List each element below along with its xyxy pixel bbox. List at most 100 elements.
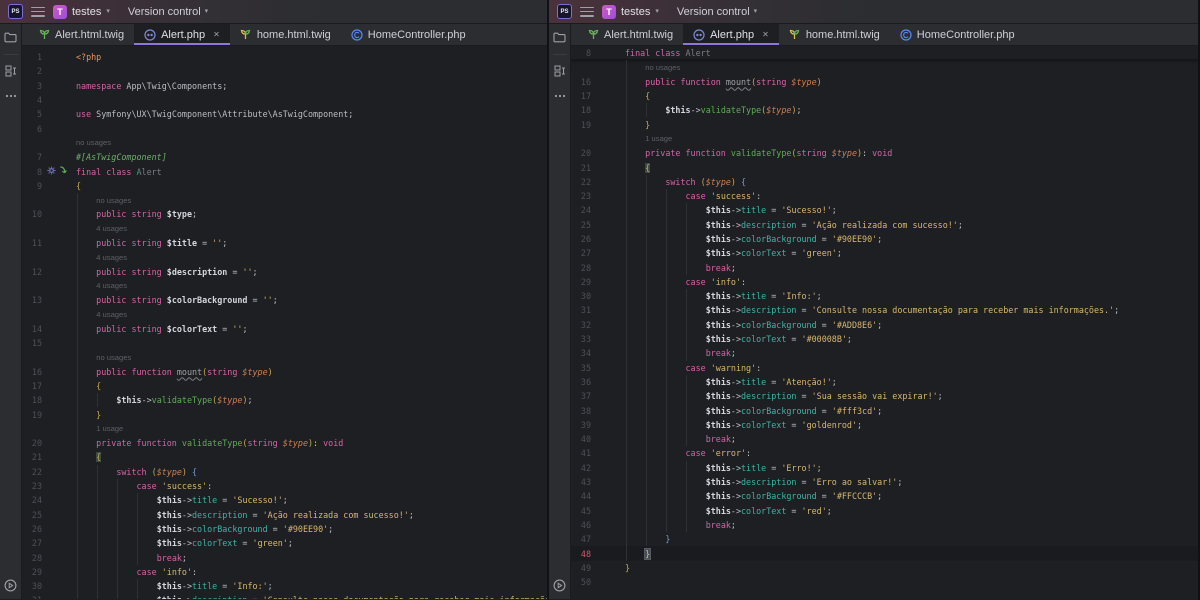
project-widget[interactable]: T testes ▾ xyxy=(53,5,110,19)
class-icon xyxy=(900,29,912,41)
code-editor-right[interactable]: 8final class Alert no usages16 public fu… xyxy=(571,46,1198,599)
titlebar: PS T testes ▾ Version control ▾ xyxy=(549,0,1198,24)
code-line: 3namespace App\Twig\Components; xyxy=(22,79,547,93)
code-line: 30 $this->title = 'Info:'; xyxy=(22,579,547,593)
twig-icon xyxy=(38,29,50,41)
code-line: 8final class Alert xyxy=(22,164,547,178)
code-line: 36 $this->title = 'Atenção!'; xyxy=(571,375,1198,389)
code-line: 38 $this->colorBackground = '#fff3cd'; xyxy=(571,403,1198,417)
tab-alert-php[interactable]: Alert.php ✕ xyxy=(683,24,779,45)
phpstorm-app-icon[interactable]: PS xyxy=(8,4,23,19)
code-line: 6 xyxy=(22,121,547,135)
chevron-down-icon: ▾ xyxy=(106,8,110,15)
code-line: 31 $this->description = 'Consulte nossa … xyxy=(571,303,1198,317)
code-line: 29 case 'info': xyxy=(571,275,1198,289)
code-line: 14 public string $colorText = ''; xyxy=(22,322,547,336)
tab-alert-html-twig[interactable]: Alert.html.twig xyxy=(577,24,683,45)
toolwindow-stripe xyxy=(0,24,22,599)
code-line: 47 } xyxy=(571,532,1198,546)
structure-icon[interactable] xyxy=(552,63,568,79)
code-line: 17 { xyxy=(571,89,1198,103)
vcs-widget[interactable]: Version control ▾ xyxy=(128,6,208,18)
code-line: 17 { xyxy=(22,379,547,393)
tab-homecontroller-php[interactable]: HomeController.php xyxy=(341,24,476,45)
close-icon[interactable]: ✕ xyxy=(762,30,769,39)
usage-hint-row: no usages xyxy=(22,350,547,364)
structure-icon[interactable] xyxy=(3,63,19,79)
folder-icon[interactable] xyxy=(552,29,568,45)
vcs-label: Version control xyxy=(677,6,750,18)
code-line: 33 $this->colorText = '#00008B'; xyxy=(571,332,1198,346)
code-line: 26 $this->colorBackground = '#90EE90'; xyxy=(22,522,547,536)
tab-alert-php[interactable]: Alert.php ✕ xyxy=(134,24,230,45)
goto-template-arrow-icon[interactable] xyxy=(58,166,67,177)
code-line: 32 $this->colorBackground = '#ADD8E6'; xyxy=(571,318,1198,332)
usage-hint-row: 4 usages xyxy=(22,307,547,321)
tab-home-html-twig[interactable]: home.html.twig xyxy=(230,24,341,45)
code-line: 31 $this->description = 'Consulte nossa … xyxy=(22,593,547,599)
code-line: 2 xyxy=(22,64,547,78)
twig-home-icon xyxy=(240,29,252,41)
tab-homecontroller-php[interactable]: HomeController.php xyxy=(890,24,1025,45)
tab-alert-html-twig[interactable]: Alert.html.twig xyxy=(28,24,134,45)
chevron-down-icon: ▾ xyxy=(655,8,659,15)
tab-label: HomeController.php xyxy=(368,29,466,41)
more-icon[interactable] xyxy=(552,88,568,104)
code-line: 45 $this->colorText = 'red'; xyxy=(571,504,1198,518)
more-icon[interactable] xyxy=(3,88,19,104)
code-line: 15 xyxy=(22,336,547,350)
code-line: 30 $this->title = 'Info:'; xyxy=(571,289,1198,303)
code-line: 41 case 'error': xyxy=(571,446,1198,460)
sticky-scope-line: 8final class Alert xyxy=(571,46,1198,60)
stripe-divider xyxy=(553,54,567,55)
tab-home-html-twig[interactable]: home.html.twig xyxy=(779,24,890,45)
code-line: 19 } xyxy=(22,407,547,421)
code-line: 4 xyxy=(22,93,547,107)
services-icon[interactable] xyxy=(552,577,568,593)
code-editor-left[interactable]: 1<?php23namespace App\Twig\Components;45… xyxy=(22,46,547,599)
vcs-label: Version control xyxy=(128,6,201,18)
twig-home-icon xyxy=(789,29,801,41)
ide-window-left: PS T testes ▾ Version control ▾ xyxy=(0,0,549,600)
tab-label: Alert.php xyxy=(161,29,205,41)
code-line: 49} xyxy=(571,561,1198,575)
code-line: 5use Symfony\UX\TwigComponent\Attribute\… xyxy=(22,107,547,121)
tab-label: Alert.html.twig xyxy=(604,29,673,41)
code-line: 43 $this->description = 'Erro ao salvar!… xyxy=(571,475,1198,489)
editor-tabbar: Alert.html.twig Alert.php ✕ home.html.twig H… xyxy=(571,24,1198,46)
code-line: 9{ xyxy=(22,179,547,193)
code-line: 44 $this->colorBackground = '#FFCCCB'; xyxy=(571,489,1198,503)
code-line: 39 $this->colorText = 'goldenrod'; xyxy=(571,418,1198,432)
code-line: 42 $this->title = 'Erro!'; xyxy=(571,461,1198,475)
code-line: 1<?php xyxy=(22,50,547,64)
code-line: 21 { xyxy=(22,450,547,464)
code-line: 7#[AsTwigComponent] xyxy=(22,150,547,164)
services-icon[interactable] xyxy=(3,577,19,593)
usage-hint-row: no usages xyxy=(22,136,547,150)
main-menu-icon[interactable] xyxy=(31,7,45,17)
php-file-icon xyxy=(693,29,705,41)
code-line: 16 public function mount(string $type) xyxy=(22,365,547,379)
vcs-widget[interactable]: Version control ▾ xyxy=(677,6,757,18)
code-line: 25 $this->description = 'Ação realizada … xyxy=(22,508,547,522)
main-menu-icon[interactable] xyxy=(580,7,594,17)
code-line: 34 break; xyxy=(571,346,1198,360)
tab-label: Alert.php xyxy=(710,29,754,41)
code-line: 40 break; xyxy=(571,432,1198,446)
close-icon[interactable]: ✕ xyxy=(213,30,220,39)
project-avatar: T xyxy=(602,5,616,19)
component-gear-icon[interactable] xyxy=(47,166,56,177)
project-widget[interactable]: T testes ▾ xyxy=(602,5,659,19)
php-file-icon xyxy=(144,29,156,41)
stripe-divider xyxy=(4,54,18,55)
phpstorm-app-icon[interactable]: PS xyxy=(557,4,572,19)
code-line: 19 } xyxy=(571,117,1198,131)
code-line: 35 case 'warning': xyxy=(571,361,1198,375)
usage-hint-row: 1 usage xyxy=(22,422,547,436)
code-line: 24 $this->title = 'Sucesso!'; xyxy=(22,493,547,507)
code-line: 11 public string $title = ''; xyxy=(22,236,547,250)
tab-label: HomeController.php xyxy=(917,29,1015,41)
folder-icon[interactable] xyxy=(3,29,19,45)
code-line: 22 switch ($type) { xyxy=(22,465,547,479)
project-name: testes xyxy=(72,6,101,18)
